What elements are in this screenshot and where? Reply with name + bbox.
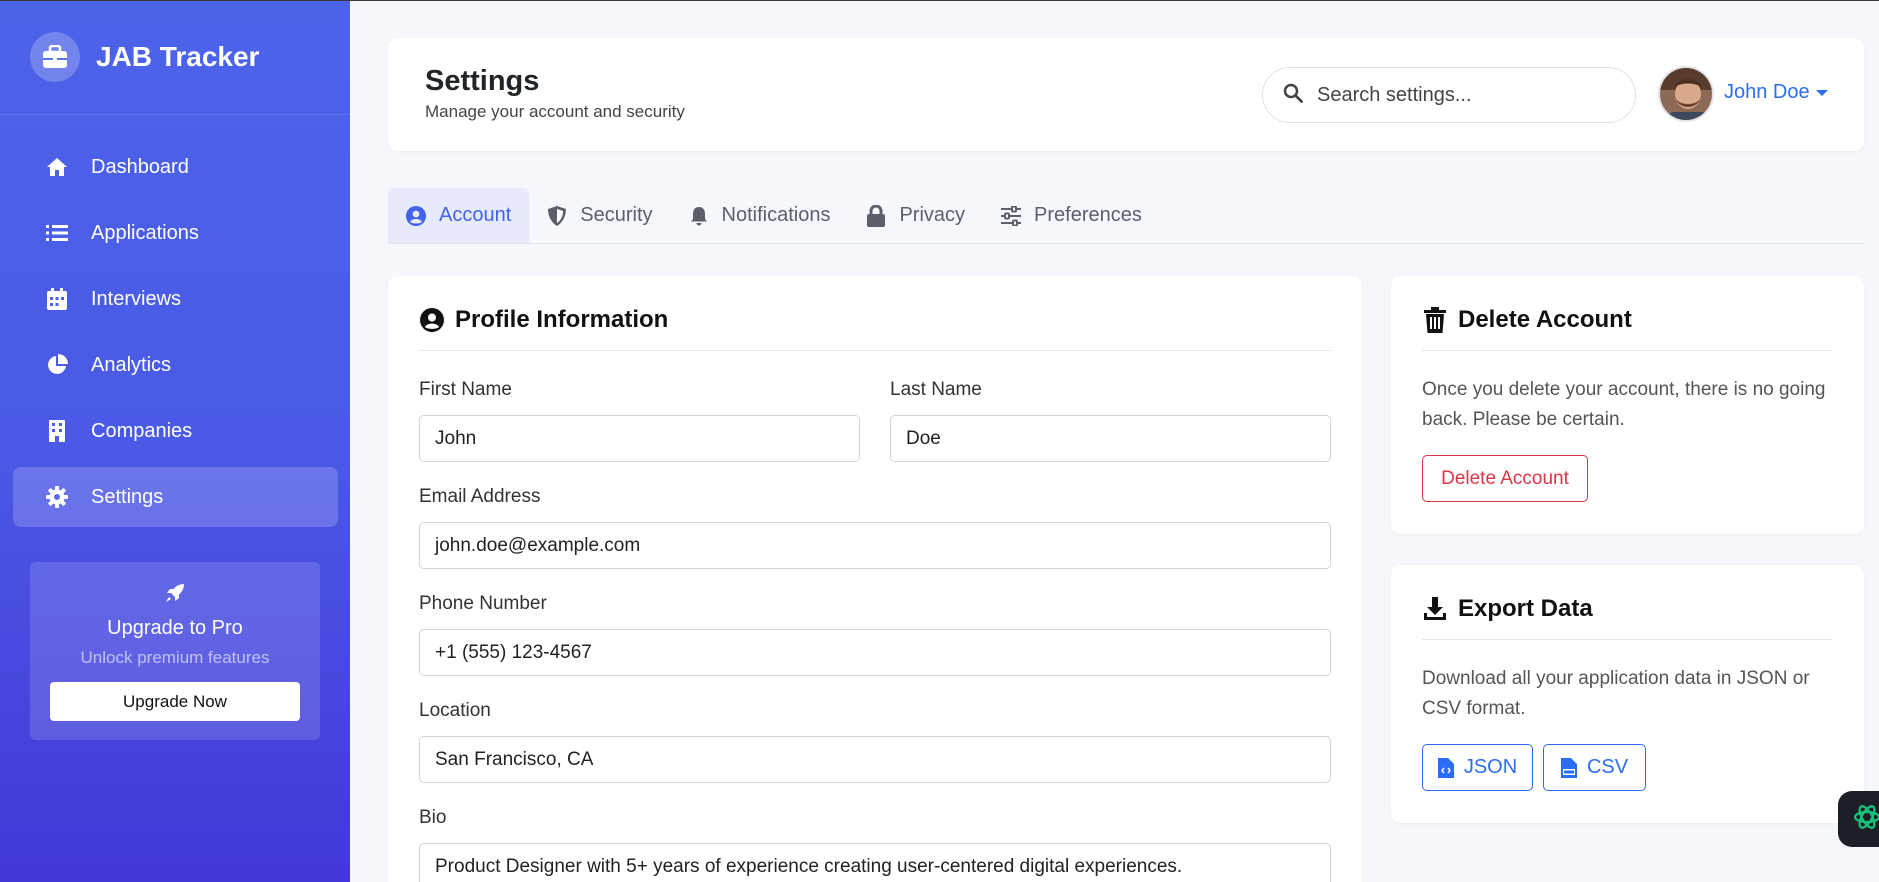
- tab-security[interactable]: Security: [529, 188, 670, 243]
- window-top-border: [0, 0, 1879, 1]
- bell-icon: [688, 205, 710, 227]
- trash-icon: [1422, 307, 1448, 333]
- card-title: Export Data: [1458, 595, 1593, 622]
- app-name: JAB Tracker: [96, 41, 260, 72]
- sidebar-item-applications[interactable]: Applications: [13, 203, 338, 263]
- card-header: Delete Account: [1422, 306, 1833, 351]
- csv-label: CSV: [1586, 756, 1629, 778]
- profile-information-card: Profile Information First Name John Last…: [388, 276, 1362, 882]
- bio-label: Bio: [419, 807, 447, 828]
- user-circle-icon: [419, 307, 445, 333]
- list-icon: [45, 221, 69, 245]
- assistant-fab[interactable]: [1838, 791, 1879, 847]
- location-label: Location: [419, 700, 491, 721]
- delete-account-button[interactable]: Delete Account: [1422, 455, 1588, 502]
- home-icon: [45, 155, 69, 179]
- tab-account[interactable]: Account: [388, 188, 530, 243]
- file-csv-icon: [1560, 757, 1577, 778]
- page-header: Settings Manage your account and securit…: [388, 38, 1864, 151]
- sidebar-item-interviews[interactable]: Interviews: [13, 269, 338, 329]
- phone-label: Phone Number: [419, 593, 547, 614]
- tab-preferences[interactable]: Preferences: [983, 188, 1160, 243]
- phone-field[interactable]: +1 (555) 123-4567: [419, 629, 1331, 676]
- tab-notifications[interactable]: Notifications: [671, 188, 849, 243]
- upgrade-now-button[interactable]: Upgrade Now: [50, 682, 300, 721]
- gear-icon: [45, 485, 69, 509]
- last-name-value: Doe: [906, 427, 941, 449]
- avatar[interactable]: [1658, 66, 1714, 122]
- rocket-icon: [30, 582, 320, 609]
- assistant-icon: [1852, 802, 1879, 837]
- search-placeholder: Search settings...: [1317, 83, 1472, 106]
- user-menu[interactable]: John Doe: [1724, 81, 1828, 104]
- export-json-button[interactable]: JSON: [1422, 744, 1533, 791]
- sidebar-item-label: Settings: [91, 485, 164, 508]
- last-name-field[interactable]: Doe: [890, 415, 1331, 462]
- calendar-icon: [45, 287, 69, 311]
- user-circle-icon: [405, 205, 427, 227]
- card-title: Delete Account: [1458, 306, 1632, 333]
- sidebar: JAB Tracker Dashboard Applications Inter…: [0, 0, 350, 882]
- delete-account-card: Delete Account Once you delete your acco…: [1391, 276, 1864, 534]
- first-name-value: John: [435, 427, 477, 449]
- sidebar-item-label: Analytics: [91, 353, 172, 376]
- first-name-label: First Name: [419, 379, 512, 400]
- tab-label: Security: [580, 204, 653, 226]
- sidebar-item-label: Companies: [91, 419, 193, 442]
- email-value: john.doe@example.com: [435, 534, 641, 556]
- sidebar-item-label: Dashboard: [91, 155, 189, 178]
- bio-field[interactable]: Product Designer with 5+ years of experi…: [419, 843, 1331, 882]
- tab-label: Account: [439, 204, 512, 226]
- briefcase-icon: [30, 32, 80, 82]
- sidebar-item-companies[interactable]: Companies: [13, 401, 338, 461]
- brand[interactable]: JAB Tracker: [0, 0, 350, 115]
- settings-tabs: Account Security Notifications Privacy P…: [388, 188, 1864, 244]
- sidebar-item-label: Interviews: [91, 287, 182, 310]
- card-header: Profile Information: [419, 306, 1331, 351]
- sidebar-item-analytics[interactable]: Analytics: [13, 335, 338, 395]
- last-name-label: Last Name: [890, 379, 982, 400]
- card-header: Export Data: [1422, 595, 1833, 640]
- upgrade-subtitle: Unlock premium features: [80, 648, 270, 667]
- upgrade-title: Upgrade to Pro: [107, 617, 243, 639]
- file-code-icon: [1437, 757, 1454, 778]
- sidebar-nav: Dashboard Applications Interviews Analyt…: [0, 115, 350, 527]
- first-name-field[interactable]: John: [419, 415, 860, 462]
- download-icon: [1422, 596, 1448, 622]
- search-icon: [1283, 83, 1303, 108]
- sidebar-item-dashboard[interactable]: Dashboard: [13, 137, 338, 197]
- building-icon: [45, 419, 69, 443]
- chevron-down-icon: [1815, 89, 1828, 96]
- upgrade-card: Upgrade to Pro Unlock premium features U…: [30, 562, 320, 740]
- sidebar-item-label: Applications: [91, 221, 199, 244]
- delete-account-warning: Once you delete your account, there is n…: [1422, 379, 1826, 430]
- export-csv-button[interactable]: CSV: [1543, 744, 1646, 791]
- email-label: Email Address: [419, 486, 541, 507]
- export-description: Download all your application data in JS…: [1422, 668, 1810, 719]
- card-title: Profile Information: [455, 306, 669, 333]
- page-subtitle: Manage your account and security: [425, 102, 685, 121]
- tab-label: Privacy: [899, 204, 966, 226]
- sliders-icon: [1000, 205, 1022, 227]
- location-value: San Francisco, CA: [435, 748, 594, 770]
- pie-chart-icon: [45, 353, 69, 377]
- tab-label: Notifications: [721, 204, 831, 226]
- phone-value: +1 (555) 123-4567: [435, 641, 592, 663]
- tab-privacy[interactable]: Privacy: [848, 188, 983, 243]
- shield-icon: [546, 205, 568, 227]
- email-field[interactable]: john.doe@example.com: [419, 522, 1331, 569]
- tab-label: Preferences: [1034, 204, 1142, 226]
- bio-value: Product Designer with 5+ years of experi…: [435, 856, 1183, 877]
- sidebar-item-settings[interactable]: Settings: [13, 467, 338, 527]
- page-title: Settings: [425, 65, 540, 97]
- lock-icon: [865, 204, 887, 227]
- search-input[interactable]: Search settings...: [1262, 67, 1636, 123]
- export-data-card: Export Data Download all your applicatio…: [1391, 565, 1864, 823]
- user-name: John Doe: [1724, 81, 1810, 103]
- location-field[interactable]: San Francisco, CA: [419, 736, 1331, 783]
- json-label: JSON: [1463, 756, 1518, 778]
